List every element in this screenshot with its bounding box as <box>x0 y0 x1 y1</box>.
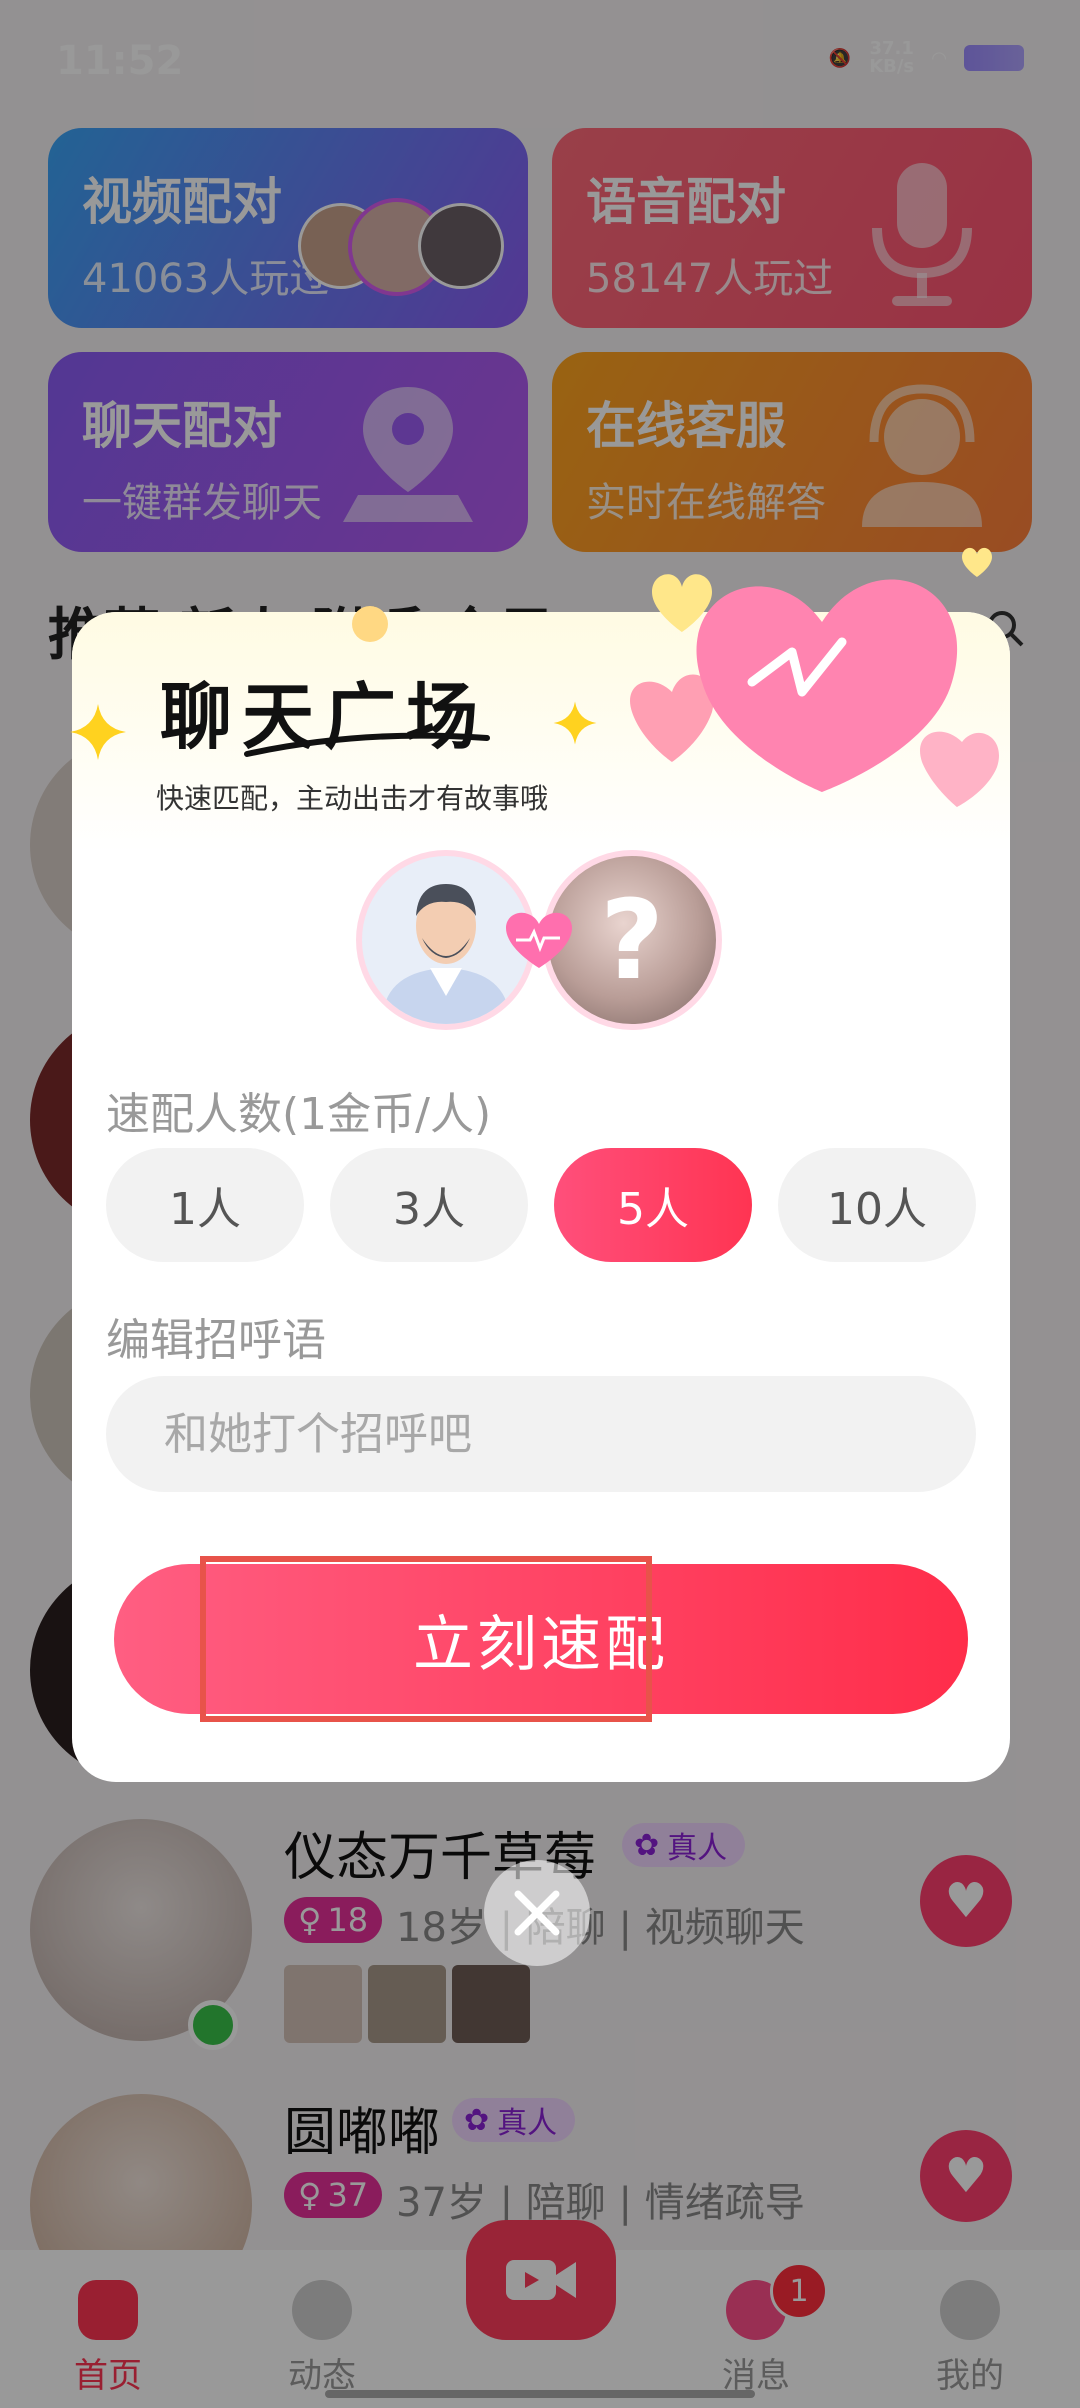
count-option-1[interactable]: 1人 <box>106 1148 304 1262</box>
count-option-5[interactable]: 5人 <box>554 1148 752 1262</box>
question-mark: ? <box>600 876 664 1004</box>
sparkle-icon <box>70 704 126 760</box>
dialog-subtitle: 快速匹配，主动出击才有故事哦 <box>156 782 549 815</box>
decor-dot <box>352 606 388 642</box>
title-underline <box>244 732 490 757</box>
close-dialog-button[interactable] <box>484 1860 590 1966</box>
count-option-10[interactable]: 10人 <box>778 1148 976 1262</box>
close-icon <box>514 1890 560 1936</box>
greeting-label: 编辑招呼语 <box>106 1315 326 1366</box>
count-option-3[interactable]: 3人 <box>330 1148 528 1262</box>
count-label: 速配人数(1金币/人) <box>106 1089 492 1140</box>
hearts-illustration <box>630 547 999 807</box>
chat-square-dialog: 聊天广场 快速匹配，主动出击才有故事哦 ? 速配人数(1金币/人) 1人 3人 … <box>70 547 1010 1782</box>
greeting-input[interactable] <box>106 1376 976 1492</box>
highlight-box <box>200 1556 652 1722</box>
pulse-heart-icon <box>506 912 572 968</box>
